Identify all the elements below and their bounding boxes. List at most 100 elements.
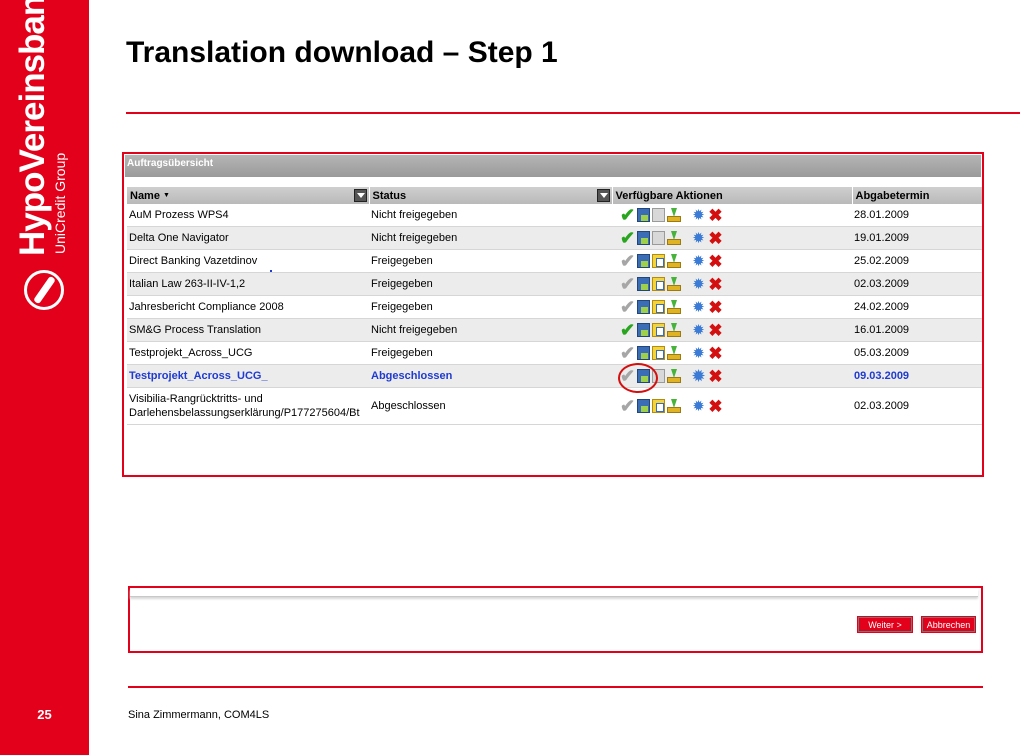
release-check-icon[interactable]: ✔	[620, 344, 635, 362]
row-actions: ✔ ✹ ✖	[612, 364, 852, 388]
cancel-button[interactable]: Abbrechen	[921, 616, 976, 633]
gear-icon[interactable]: ✹	[691, 323, 706, 338]
filter-dropdown-icon[interactable]	[353, 189, 367, 202]
download-icon[interactable]	[667, 208, 681, 222]
column-header-due-date[interactable]: Abgabetermin	[852, 187, 982, 204]
table-row-selected[interactable]: Testprojekt_Across_UCG_ Abgeschlossen ✔ ✹…	[127, 364, 982, 388]
gear-icon[interactable]: ✹	[691, 300, 706, 315]
row-due-date: 25.02.2009	[852, 249, 982, 273]
release-check-icon[interactable]: ✔	[620, 275, 635, 293]
document-icon[interactable]	[637, 231, 650, 245]
row-name[interactable]: Testprojekt_Across_UCG_	[127, 364, 369, 388]
row-name[interactable]: Testprojekt_Across_UCG	[127, 341, 369, 365]
copy-icon[interactable]	[652, 277, 665, 291]
row-due-date: 24.02.2009	[852, 295, 982, 319]
row-name[interactable]: AuM Prozess WPS4	[127, 204, 369, 227]
row-name[interactable]: SM&G Process Translation	[127, 318, 369, 342]
column-header-status[interactable]: Status	[369, 187, 613, 204]
release-check-icon[interactable]: ✔	[620, 397, 635, 415]
page-number: 25	[37, 707, 52, 722]
row-due-date: 05.03.2009	[852, 341, 982, 365]
document-icon[interactable]	[637, 208, 650, 222]
download-icon[interactable]	[667, 300, 681, 314]
next-button[interactable]: Weiter >	[857, 616, 913, 633]
column-header-name[interactable]: Name ▼	[127, 187, 370, 204]
document-icon[interactable]	[637, 369, 650, 383]
title-divider	[126, 112, 1020, 114]
row-actions: ✔ ✹ ✖	[612, 204, 852, 227]
filter-dropdown-icon[interactable]	[596, 189, 610, 202]
row-name[interactable]: Visibilia-Rangrücktritts- und Darlehensb…	[127, 387, 369, 425]
document-icon[interactable]	[637, 300, 650, 314]
copy-icon[interactable]	[652, 323, 665, 337]
document-icon[interactable]	[637, 277, 650, 291]
table-row[interactable]: Delta One Navigator Nicht freigegeben ✔ ✹…	[127, 226, 982, 250]
delete-icon[interactable]: ✖	[708, 230, 723, 247]
copy-icon[interactable]	[652, 300, 665, 314]
gear-icon[interactable]: ✹	[691, 346, 706, 361]
delete-icon[interactable]: ✖	[708, 368, 723, 385]
wizard-button-panel: Weiter > Abbrechen	[128, 586, 983, 653]
table-row[interactable]: Visibilia-Rangrücktritts- und Darlehensb…	[127, 387, 982, 425]
download-icon[interactable]	[667, 277, 681, 291]
order-overview-screenshot: Auftragsübersicht Name ▼ Status Verfügbar…	[122, 152, 984, 477]
gear-icon[interactable]: ✹	[691, 369, 706, 384]
release-check-icon[interactable]: ✔	[620, 321, 635, 339]
copy-icon[interactable]	[652, 254, 665, 268]
delete-icon[interactable]: ✖	[708, 207, 723, 224]
delete-icon[interactable]: ✖	[708, 322, 723, 339]
delete-icon[interactable]: ✖	[708, 345, 723, 362]
table-header-row: Name ▼ Status Verfügbare Aktionen Abgabet…	[127, 187, 982, 204]
row-actions: ✔ ✹ ✖	[612, 226, 852, 250]
column-header-status-label: Status	[372, 189, 407, 202]
row-due-date: 02.03.2009	[852, 387, 982, 425]
panel-title: Auftragsübersicht	[125, 155, 981, 177]
copy-icon[interactable]	[652, 399, 665, 413]
row-name[interactable]: Jahresbericht Compliance 2008	[127, 295, 369, 319]
download-icon[interactable]	[667, 369, 681, 383]
table-row[interactable]: AuM Prozess WPS4 Nicht freigegeben ✔ ✹ ✖ 2…	[127, 204, 982, 227]
copy-icon[interactable]	[652, 231, 665, 245]
download-icon[interactable]	[667, 323, 681, 337]
document-icon[interactable]	[637, 323, 650, 337]
table-row[interactable]: Italian Law 263-II-IV-1,2 Freigegeben ✔ ✹…	[127, 272, 982, 296]
download-icon[interactable]	[667, 399, 681, 413]
brand-wordmark: HypoVereinsbank UniCredit Group	[13, 0, 76, 298]
row-actions: ✔ ✹ ✖	[612, 318, 852, 342]
release-check-icon[interactable]: ✔	[620, 252, 635, 270]
download-icon[interactable]	[667, 231, 681, 245]
gear-icon[interactable]: ✹	[691, 208, 706, 223]
row-status: Freigegeben	[369, 249, 612, 273]
row-status: Abgeschlossen	[369, 364, 612, 388]
table-row[interactable]: SM&G Process Translation Nicht freigegeb…	[127, 318, 982, 342]
delete-icon[interactable]: ✖	[708, 299, 723, 316]
gear-icon[interactable]: ✹	[691, 231, 706, 246]
sort-down-icon[interactable]: ▼	[163, 192, 170, 199]
delete-icon[interactable]: ✖	[708, 253, 723, 270]
download-icon[interactable]	[667, 346, 681, 360]
release-check-icon[interactable]: ✔	[620, 229, 635, 247]
row-name[interactable]: Direct Banking Vazetdinov	[127, 249, 369, 273]
release-check-icon[interactable]: ✔	[620, 206, 635, 224]
release-check-icon[interactable]: ✔	[620, 298, 635, 316]
row-name[interactable]: Delta One Navigator	[127, 226, 369, 250]
brand-group: UniCredit Group	[52, 152, 68, 254]
release-check-icon[interactable]: ✔	[620, 367, 635, 385]
copy-icon[interactable]	[652, 369, 665, 383]
table-row[interactable]: Testprojekt_Across_UCG Freigegeben ✔ ✹ ✖ 0…	[127, 341, 982, 365]
gear-icon[interactable]: ✹	[691, 399, 706, 414]
table-row[interactable]: Direct Banking Vazetdinov Freigegeben ✔ ✹…	[127, 249, 982, 273]
delete-icon[interactable]: ✖	[708, 276, 723, 293]
document-icon[interactable]	[637, 399, 650, 413]
copy-icon[interactable]	[652, 208, 665, 222]
gear-icon[interactable]: ✹	[691, 254, 706, 269]
delete-icon[interactable]: ✖	[708, 398, 723, 415]
document-icon[interactable]	[637, 346, 650, 360]
row-due-date: 16.01.2009	[852, 318, 982, 342]
download-icon[interactable]	[667, 254, 681, 268]
document-icon[interactable]	[637, 254, 650, 268]
row-name[interactable]: Italian Law 263-II-IV-1,2	[127, 272, 369, 296]
gear-icon[interactable]: ✹	[691, 277, 706, 292]
table-row[interactable]: Jahresbericht Compliance 2008 Freigegebe…	[127, 295, 982, 319]
copy-icon[interactable]	[652, 346, 665, 360]
